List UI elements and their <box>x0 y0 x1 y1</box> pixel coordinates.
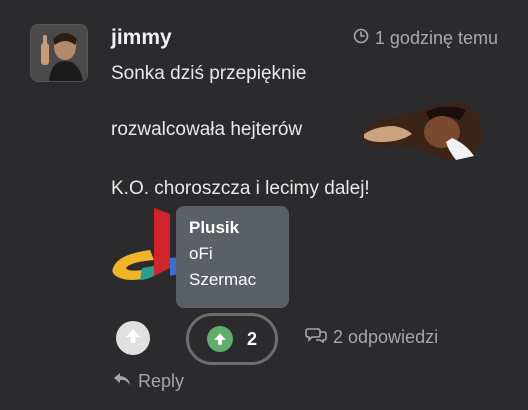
voters-tooltip: Plusik oFi Szermac <box>176 206 289 308</box>
reply-label: Reply <box>138 371 185 391</box>
voter-name[interactable]: Szermac <box>189 267 276 293</box>
post-author[interactable]: jimmy <box>111 26 172 50</box>
upvote-active-icon <box>206 326 233 352</box>
post-text-line-1: Sonka dziś przepięknie <box>111 63 307 84</box>
upvote-button[interactable] <box>116 321 150 355</box>
arrow-up-icon <box>123 326 143 351</box>
drinking-sticker-image <box>356 98 486 163</box>
voter-name[interactable]: Plusik <box>189 215 276 241</box>
replies-link[interactable]: 2 odpowiedzi <box>305 326 438 349</box>
voter-name[interactable]: oFi <box>189 241 276 267</box>
post-text-line-2: rozwalcowała hejterów <box>111 119 303 140</box>
speech-bubbles-icon <box>305 326 327 349</box>
avatar[interactable] <box>30 24 88 82</box>
vote-count: 2 <box>246 328 257 349</box>
post: jimmy 1 godzinę temu Sonka dziś przepięk… <box>0 0 528 410</box>
post-timestamp[interactable]: 1 godzinę temu <box>353 28 498 49</box>
post-text-line-3: K.O. choroszcza i lecimy dalej! <box>111 178 370 199</box>
time-ago-label: 1 godzinę temu <box>374 28 498 48</box>
clock-icon <box>353 28 369 49</box>
reply-arrow-icon <box>112 371 132 392</box>
reply-button[interactable]: Reply <box>112 371 184 392</box>
replies-label: 2 odpowiedzi <box>333 327 439 347</box>
vote-count-button[interactable]: 2 <box>186 313 278 365</box>
